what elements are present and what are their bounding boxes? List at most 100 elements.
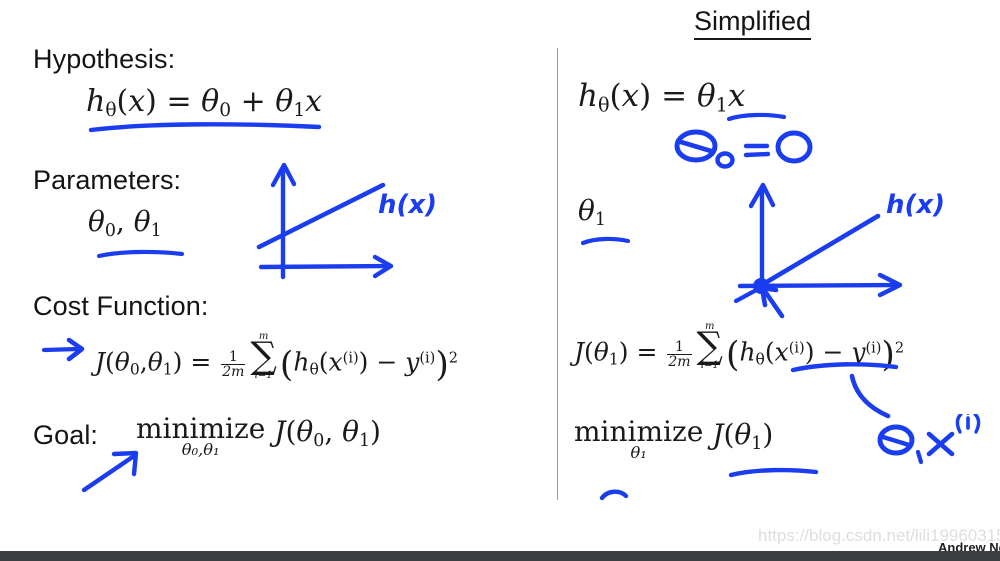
r-cost-frac-denominator: 2m [668,354,691,371]
r-cost-theta1: θ [593,337,609,367]
hypothesis-label: Hypothesis: [33,44,176,74]
cost-equals: = [190,347,212,377]
goal-minimize-word: minimize [136,412,266,445]
cost-y-superscript: (i) [419,350,436,367]
cost-bigparen-open: ( [279,344,294,385]
goal-paren-close: ) [370,415,381,448]
goal-formula: minimize θ₀,θ₁ J(θ0, θ1) [136,415,381,458]
cost-x-superscript: (i) [342,350,359,367]
r-cost-power: 2 [894,340,905,357]
simplified-cost-formula: J(θ1) = 1 2m m ∑ i=1 (hθ(x(i)) − y(i))2 [574,321,905,375]
r-cost-equals: = [636,337,658,367]
cost-bigparen-close: ) [435,344,449,385]
goal-theta0-sub: 0 [313,430,325,451]
r-goal-minimize-block: minimize θ₁ [574,418,703,461]
cost-paren-open: ( [105,347,115,377]
cost-minus: − [376,347,398,377]
r-cost-h-theta: θ [755,350,765,369]
simplified-parameter-formula: θ1 [578,194,606,230]
r-goal-theta1-sub: 1 [751,433,763,454]
formula-x: x [128,84,146,119]
r-cost-x-paren-open: ( [764,337,775,367]
param-comma: , [115,205,125,238]
goal-theta0: θ [296,415,314,448]
r-cost-J: J [574,337,585,367]
r-cost-minus: − [822,337,844,367]
cost-summation: m ∑ i=1 [250,331,277,380]
r-cost-y: y [851,337,866,367]
simplified-title: Simplified [694,6,812,40]
cost-frac-numerator: 1 [221,350,246,366]
right-plot-sketch [733,182,903,304]
parameters-formula: θ0, θ1 [88,205,162,241]
r-formula-h: h [578,78,598,114]
cost-power: 2 [448,350,459,367]
ink-arrow-to-origin [759,285,785,319]
cost-x-paren-open: ( [318,347,329,377]
simplified-goal-formula: minimize θ₁ J(θ1) [574,418,773,461]
r-cost-y-superscript: (i) [865,340,882,357]
r-cost-sum-glyph: ∑ [696,324,723,368]
r-formula-paren-close: ) [639,78,652,114]
r-cost-bigparen-open: ( [725,334,740,375]
r-cost-frac-numerator: 1 [667,340,692,356]
r-param-theta1-sub: 1 [594,209,606,230]
cost-x: x [328,347,343,377]
r-param-theta1: θ [578,194,595,227]
r-cost-x-paren-close: ) [804,337,815,367]
cost-function-label: Cost Function: [33,291,209,321]
goal-theta1: θ [342,415,359,448]
formula-x2: x [305,84,323,119]
r-cost-x-superscript: (i) [788,340,805,357]
cost-paren-close: ) [172,347,183,377]
goal-label: Goal: [33,420,99,450]
r-formula-theta-sub: θ [597,93,610,117]
r-cost-bigparen-close: ) [881,334,895,375]
r-formula-theta1: θ [696,78,716,114]
formula-theta1-sub: 1 [293,100,306,122]
r-cost-paren-close: ) [618,337,629,367]
r-formula-equals: = [661,78,688,114]
r-formula-theta1-sub: 1 [715,93,728,117]
r-cost-summation: m ∑ i=1 [696,321,723,370]
cost-h-theta: θ [309,360,319,379]
cost-x-paren-close: ) [358,347,369,377]
cost-y: y [405,347,420,377]
ink-mark-below-theta1 [599,489,629,501]
goal-minimize-block: minimize θ₀,θ₁ [136,415,265,458]
cost-h: h [293,347,310,377]
param-theta1-sub: 1 [150,220,162,241]
left-plot-sketch [256,162,394,280]
param-theta1: θ [133,205,151,238]
cost-theta0-sub: 0 [129,360,140,379]
cost-fraction: 1 2m [221,350,246,381]
formula-equals: = [166,84,192,119]
r-goal-minimize-word: minimize [574,415,704,448]
column-divider [557,48,558,500]
goal-theta1-sub: 1 [358,430,371,451]
ink-underline-parameters [96,249,185,259]
left-plot-curve-label: h(x) [378,190,438,220]
ink-annotation-theta1-x-i [877,414,981,465]
cost-sum-glyph: ∑ [250,334,277,378]
formula-theta0-sub: 0 [219,100,232,122]
simplified-hypothesis-formula: hθ(x) = θ1x [578,78,745,116]
r-formula-x2: x [727,78,746,114]
formula-theta1: θ [275,84,294,119]
ink-leader-curve [849,373,891,419]
cost-J: J [95,347,106,377]
goal-comma: , [324,415,334,448]
cost-comma: , [139,347,148,377]
cost-frac-denominator: 2m [222,364,245,381]
formula-theta0: θ [201,84,220,119]
r-formula-paren-open: ( [609,78,622,114]
r-goal-J: J [712,418,724,451]
formula-plus: + [240,84,266,119]
r-formula-x: x [621,78,640,114]
ink-arrow-cost [41,337,85,362]
hypothesis-formula: hθ(x) = θ0 + θ1x [86,84,322,121]
cost-theta0: θ [114,347,130,377]
cost-formula: J(θ0,θ1) = 1 2m m ∑ i=1 (hθ(x(i)) − y(i))2 [95,331,459,385]
ink-underline-hypothesis [88,122,322,133]
formula-paren-close: ) [145,84,157,119]
